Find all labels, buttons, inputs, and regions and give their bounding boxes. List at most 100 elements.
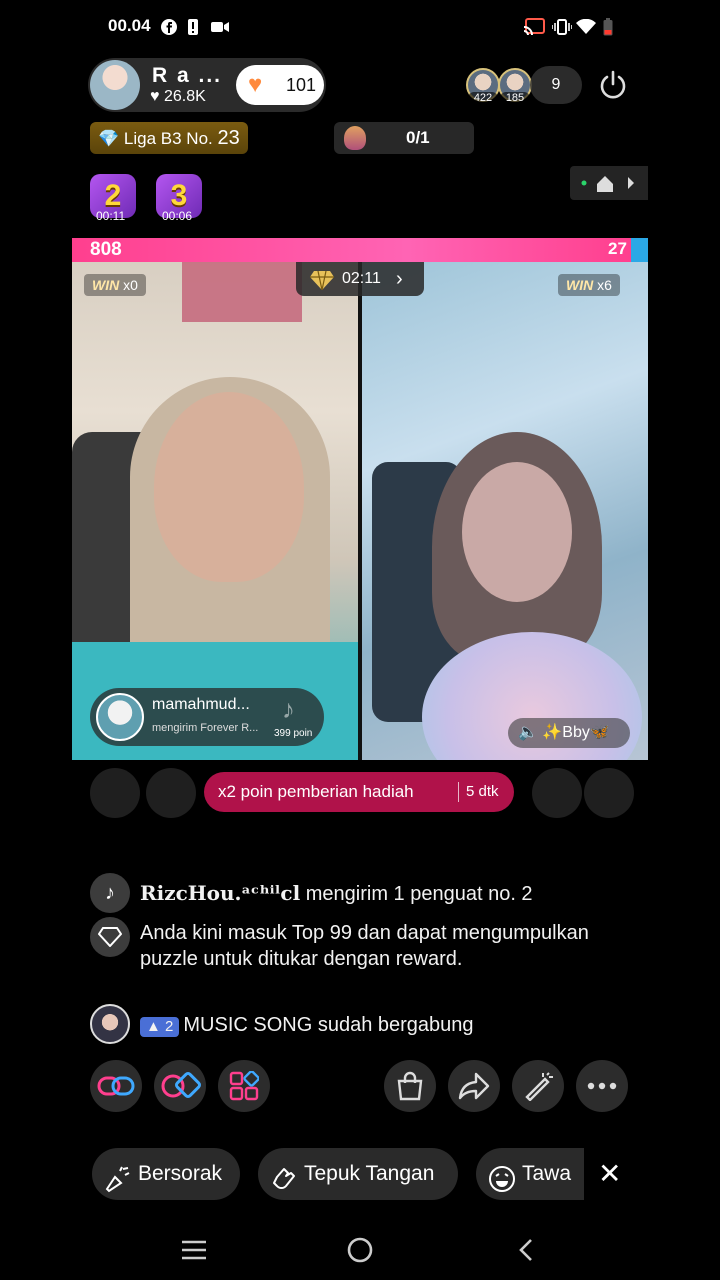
score-bar-right xyxy=(630,238,648,262)
camera-icon xyxy=(210,18,230,36)
win-label: WIN xyxy=(92,277,120,293)
opponent-name: ✨Bby🦋 xyxy=(542,724,610,741)
right-score: 27 xyxy=(608,239,627,258)
left-host-video[interactable] xyxy=(72,262,358,760)
rank-badge-3[interactable]: 3 00:06 xyxy=(152,174,206,224)
chat-text: mengirim 1 penguat no. 2 xyxy=(300,883,533,905)
cast-icon xyxy=(522,18,546,36)
user-level-badge: ▲ 2 xyxy=(140,1017,180,1037)
gift-message: mengirim Forever R... xyxy=(152,722,259,734)
mission-icon xyxy=(344,126,366,150)
chat-message: Anda kini masuk Top 99 dan dapat mengump… xyxy=(140,922,589,970)
left-win-badge: WIN x0 xyxy=(84,274,146,296)
battle-timer[interactable]: 02:11 › xyxy=(296,262,424,296)
chat-user-avatar[interactable] xyxy=(90,1004,130,1044)
rank-badge-time: 00:06 xyxy=(162,209,193,223)
right-host-video[interactable] xyxy=(362,262,648,760)
chat-message: ▲ 2 MUSIC SONG sudah bergabung xyxy=(140,1012,610,1038)
left-win-count: x0 xyxy=(123,277,138,293)
opponent-face xyxy=(462,462,572,602)
tiktok-watermark-icon: ♪ xyxy=(282,694,295,724)
gifter-name: mamahmud... xyxy=(152,696,250,713)
gift-heart-icon: ♥ xyxy=(248,71,263,98)
gifter-avatar xyxy=(96,693,144,741)
left-score: 808 xyxy=(90,239,122,260)
recents-icon[interactable] xyxy=(174,1230,214,1270)
top-viewer-avatar-1[interactable]: 422 xyxy=(466,68,500,104)
wifi-icon xyxy=(576,18,596,36)
chat-message: RizcHou.ᵃᶜʰⁱˡcl mengirim 1 penguat no. 2 xyxy=(140,880,610,907)
reaction-label: Tawa xyxy=(522,1162,572,1185)
tiktok-icon: ♪ xyxy=(90,873,130,913)
magic-wand-icon[interactable] xyxy=(512,1060,564,1112)
right-win-badge: WIN x6 xyxy=(558,274,620,296)
shopping-bag-icon[interactable] xyxy=(384,1060,436,1112)
league-label: Liga B3 No. xyxy=(123,129,213,148)
level-icon: ▲ xyxy=(146,1018,161,1035)
diamond-league-icon: 💎 xyxy=(98,129,120,148)
heart-icon: ♥ xyxy=(150,88,160,105)
mission-progress-text: 0/1 xyxy=(406,128,430,147)
contributor-avatar[interactable] xyxy=(146,768,196,818)
reaction-cheer-button[interactable]: Bersorak xyxy=(92,1148,240,1200)
reaction-label: Tepuk Tangan xyxy=(304,1162,435,1185)
status-bar: 00.04 xyxy=(0,0,720,56)
rank-badge-2[interactable]: 2 00:11 xyxy=(86,174,140,224)
bonus-points-banner: x2 poin pemberian hadiah 5 dtk xyxy=(204,772,514,812)
score-bar-left xyxy=(72,238,631,262)
seat-icon[interactable] xyxy=(584,768,634,818)
host-avatar[interactable] xyxy=(90,60,140,110)
more-icon[interactable] xyxy=(576,1060,628,1112)
viewer-count-button[interactable]: 9 xyxy=(530,66,582,104)
diamond-icon xyxy=(90,917,130,957)
host-name: R a ... xyxy=(152,64,223,87)
link-icon[interactable] xyxy=(90,1060,142,1112)
power-icon[interactable] xyxy=(596,68,630,102)
bonus-text: x2 poin pemberian hadiah xyxy=(218,782,414,801)
chevron-right-icon: › xyxy=(396,268,403,290)
chat-username[interactable]: RizcHou.ᵃᶜʰⁱˡcl xyxy=(140,881,300,905)
contributor-avatar[interactable] xyxy=(90,768,140,818)
gem-icon xyxy=(310,269,334,291)
rank-badge-time: 00:11 xyxy=(96,209,126,223)
alert-icon xyxy=(186,18,200,36)
cheer-icon xyxy=(104,1161,132,1193)
status-time: 00.04 xyxy=(108,16,151,35)
wall-poster xyxy=(182,262,302,322)
vibrate-icon xyxy=(552,18,572,36)
close-icon[interactable]: ✕ xyxy=(598,1158,621,1190)
host-likes: ♥ 26.8K xyxy=(150,88,206,106)
mission-progress[interactable]: 0/1 xyxy=(334,122,474,154)
bonus-divider xyxy=(458,782,459,802)
league-number: 23 xyxy=(217,127,240,149)
reaction-laugh-button[interactable]: Tawa xyxy=(476,1148,584,1200)
share-icon[interactable] xyxy=(448,1060,500,1112)
battle-timer-text: 02:11 xyxy=(342,270,381,287)
top-viewer-avatar-2[interactable]: 185 xyxy=(498,68,532,104)
speaker-icon: 🔈 xyxy=(518,724,538,741)
clap-icon xyxy=(270,1161,298,1189)
back-icon[interactable] xyxy=(506,1230,546,1270)
opponent-audio-tag[interactable]: 🔈 ✨Bby🦋 xyxy=(508,718,630,748)
gift-count: 101 xyxy=(286,75,317,95)
top-viewer-score-2: 185 xyxy=(500,92,530,104)
gift-notification[interactable]: mamahmud... mengirim Forever R... ♪ 399 … xyxy=(90,688,324,746)
battery-low-icon xyxy=(602,18,614,36)
battle-score-bar xyxy=(72,238,648,262)
apps-icon[interactable] xyxy=(218,1060,270,1112)
seat-icon[interactable] xyxy=(532,768,582,818)
host-likes-count: 26.8K xyxy=(163,88,206,105)
win-label: WIN xyxy=(566,277,594,293)
league-badge[interactable]: 💎 Liga B3 No. 23 xyxy=(90,122,248,154)
home-icon[interactable] xyxy=(340,1230,380,1270)
multi-guest-icon[interactable] xyxy=(154,1060,206,1112)
user-level: 2 xyxy=(165,1018,174,1035)
chat-text: MUSIC SONG sudah bergabung xyxy=(183,1014,474,1036)
gift-heart-button[interactable]: ♥ 101 xyxy=(236,65,324,105)
reaction-clap-button[interactable]: Tepuk Tangan xyxy=(258,1148,458,1200)
right-win-count: x6 xyxy=(597,277,612,293)
reaction-label: Bersorak xyxy=(138,1162,223,1185)
explore-button[interactable] xyxy=(570,166,648,200)
gift-points: 399 poin xyxy=(274,728,313,739)
top-viewer-score-1: 422 xyxy=(468,92,498,104)
